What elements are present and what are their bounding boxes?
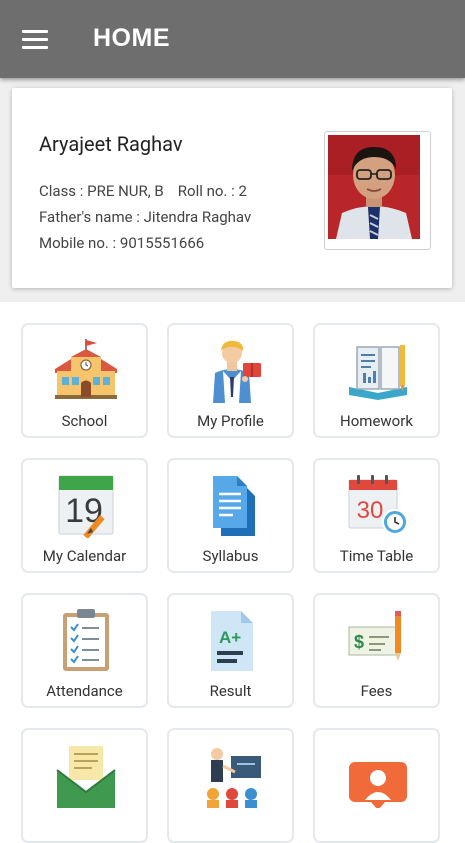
tile-label: My Profile bbox=[197, 412, 264, 430]
tile-homework[interactable]: Homework bbox=[313, 323, 440, 438]
mail-envelope-icon bbox=[56, 746, 116, 808]
page-title: HOME bbox=[93, 24, 170, 52]
father-name: Father's name : Jitendra Raghav bbox=[39, 208, 252, 226]
result-grade-text: A+ bbox=[219, 628, 241, 647]
calendar-19-icon: 19 bbox=[58, 475, 114, 538]
fees-cheque-icon: $ bbox=[348, 611, 401, 661]
app-bar: HOME bbox=[0, 0, 465, 78]
student-name: Aryajeet Raghav bbox=[39, 132, 183, 156]
profile-section: Aryajeet Raghav Class : PRE NUR, B Roll n… bbox=[0, 78, 465, 302]
student-profile-card[interactable]: Aryajeet Raghav Class : PRE NUR, B Roll n… bbox=[12, 88, 452, 288]
mobile-number: Mobile no. : 9015551666 bbox=[39, 234, 205, 252]
student-roll-no: Roll no. : 2 bbox=[177, 182, 247, 200]
school-building-icon bbox=[55, 339, 117, 399]
tile-my-calendar[interactable]: 19 My Calendar bbox=[21, 458, 148, 573]
syllabus-documents-icon bbox=[213, 476, 255, 536]
tile-messages[interactable] bbox=[21, 728, 148, 843]
student-class: Class : PRE NUR, B bbox=[39, 182, 164, 200]
tile-my-profile[interactable]: My Profile bbox=[167, 323, 294, 438]
student-photo bbox=[324, 131, 431, 250]
tile-school[interactable]: School bbox=[21, 323, 148, 438]
tile-label: Result bbox=[209, 682, 252, 700]
timetable-calendar-clock-icon: 30 bbox=[348, 475, 408, 535]
tile-teachers[interactable] bbox=[167, 728, 294, 843]
contact-profile-icon bbox=[349, 762, 407, 808]
teacher-class-icon bbox=[207, 748, 261, 808]
tile-label: Syllabus bbox=[202, 547, 259, 565]
student-profile-icon bbox=[213, 340, 261, 403]
tile-label: My Calendar bbox=[42, 547, 127, 565]
attendance-clipboard-icon bbox=[63, 609, 109, 671]
tile-contact[interactable] bbox=[313, 728, 440, 843]
tile-label: Time Table bbox=[339, 547, 414, 565]
result-grade-icon: A+ bbox=[211, 611, 253, 671]
hamburger-menu-icon[interactable] bbox=[22, 30, 50, 50]
timetable-day-text: 30 bbox=[357, 497, 384, 524]
class-roll-line: Class : PRE NUR, B Roll no. : 2 bbox=[39, 182, 247, 200]
tile-time-table[interactable]: 30 Time Table bbox=[313, 458, 440, 573]
tile-result[interactable]: A+ Result bbox=[167, 593, 294, 708]
tile-label: Fees bbox=[360, 682, 393, 700]
homework-books-icon bbox=[349, 345, 407, 400]
tile-label: School bbox=[61, 412, 108, 430]
tile-label: Attendance bbox=[46, 682, 123, 700]
fees-currency-text: $ bbox=[354, 632, 364, 652]
tile-label: Homework bbox=[340, 412, 413, 430]
tile-fees[interactable]: $ Fees bbox=[313, 593, 440, 708]
tile-syllabus[interactable]: Syllabus bbox=[167, 458, 294, 573]
tile-attendance[interactable]: Attendance bbox=[21, 593, 148, 708]
